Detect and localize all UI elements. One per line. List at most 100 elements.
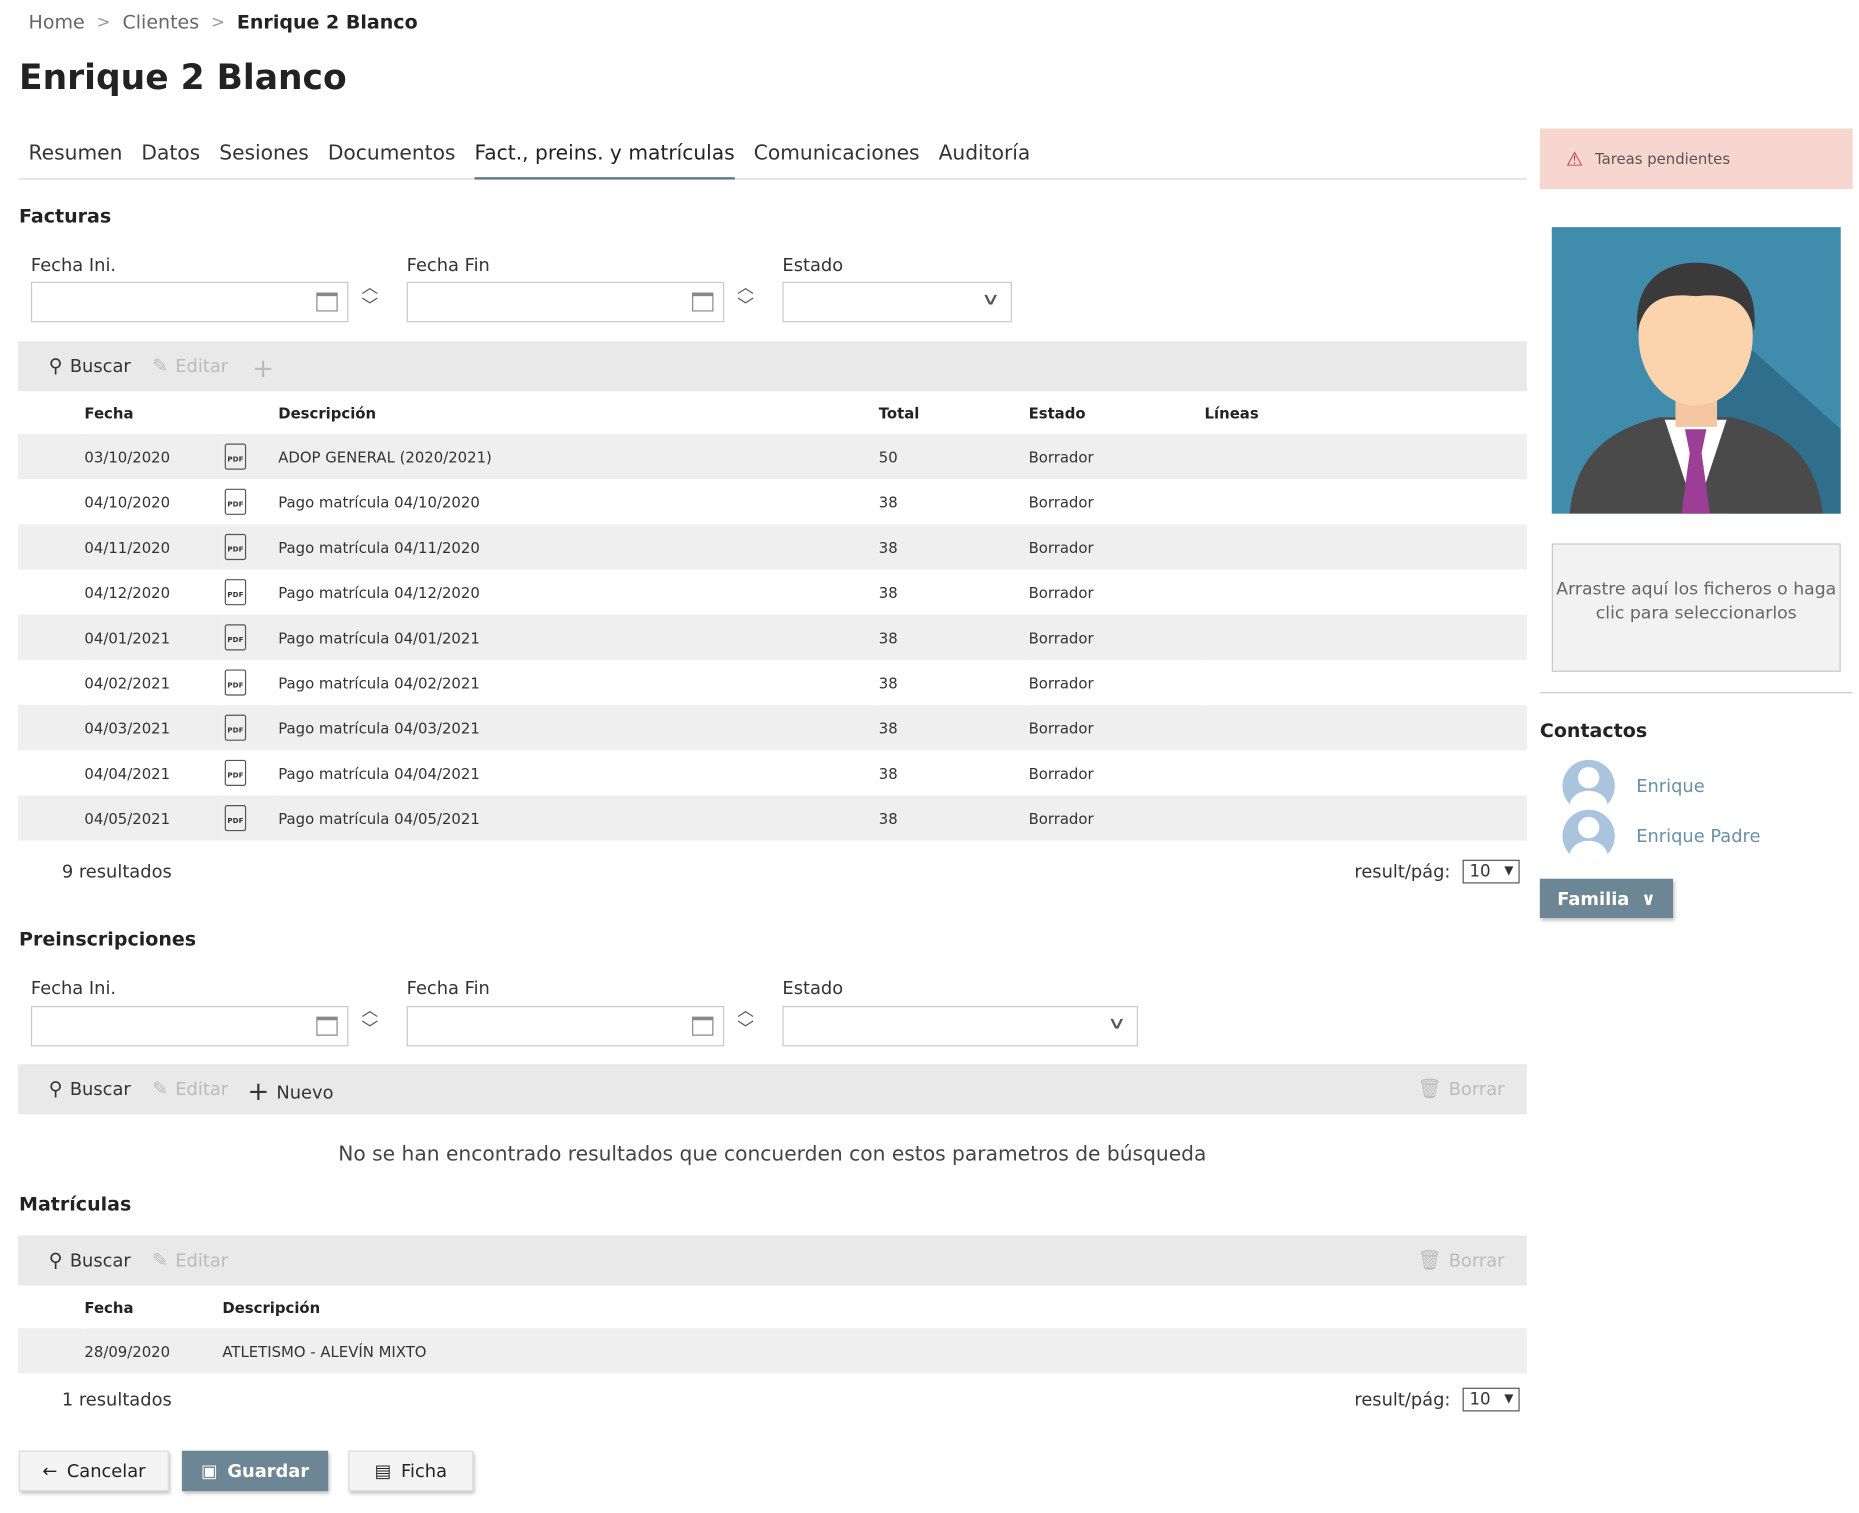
cancelar-button[interactable]: ← Cancelar (19, 1450, 169, 1492)
tab-datos[interactable]: Datos (141, 137, 200, 180)
rpp-label: result/pág: (1354, 860, 1451, 883)
table-row[interactable]: 28/09/2020 ATLETISMO - ALEVÍN MIXTO (17, 1328, 1527, 1374)
pre-buscar-button[interactable]: ⚲ Buscar (49, 1077, 131, 1100)
file-dropzone[interactable]: Arrastre aquí los ficheros o haga clic p… (1551, 543, 1841, 672)
col-descripcion[interactable]: Descripción (277, 391, 877, 434)
mat-borrar-button[interactable]: 🗑 Borrar (1417, 1249, 1504, 1272)
avatar[interactable] (1551, 227, 1841, 514)
chevron-down-icon[interactable]: ﹀ (734, 1020, 758, 1039)
cell-descripcion: Pago matrícula 04/11/2020 (277, 524, 878, 570)
pdf-icon[interactable]: PDF (224, 714, 247, 741)
mat-buscar-button[interactable]: ⚲ Buscar (49, 1249, 131, 1272)
estado-select[interactable]: ∨ (782, 281, 1012, 323)
col-estado[interactable]: Estado (1027, 391, 1203, 434)
pdf-icon[interactable]: PDF (224, 533, 247, 561)
contact-name[interactable]: Enrique Padre (1636, 825, 1760, 846)
table-row[interactable]: 04/01/2021 PDF Pago matrícula 04/01/2021 38… (17, 614, 1527, 660)
chevron-down-icon: ▼ (1504, 1392, 1514, 1406)
estado-label: Estado (782, 254, 844, 276)
pre-fecha-fin-input[interactable] (406, 1005, 725, 1047)
table-row[interactable]: 04/03/2021 PDF Pago matrícula 04/03/2021 38… (17, 705, 1527, 751)
chevron-up-icon[interactable]: ︿ (358, 1001, 382, 1020)
col-descripcion[interactable]: Descripción (221, 1285, 1527, 1328)
chevron-up-icon[interactable]: ︿ (734, 278, 758, 297)
pdf-icon[interactable]: PDF (224, 443, 247, 470)
cell-descripcion: ADOP GENERAL (2020/2021) (277, 434, 878, 480)
pdf-icon[interactable]: PDF (224, 624, 247, 651)
rpp-select[interactable]: 10 ▼ (1462, 859, 1520, 884)
tab-facturacion[interactable]: Fact., preins. y matrículas (474, 137, 735, 180)
breadcrumb-home[interactable]: Home (29, 11, 85, 34)
pdf-icon[interactable]: PDF (224, 579, 247, 606)
fecha-fin-spinner[interactable]: ︿ ﹀ (734, 278, 758, 321)
pre-fecha-fin-spinner[interactable]: ︿ ﹀ (734, 1001, 758, 1044)
cell-fecha: 28/09/2020 (83, 1328, 222, 1374)
tab-auditoria[interactable]: Auditoría (939, 137, 1031, 180)
pdf-icon[interactable]: PDF (224, 805, 247, 832)
pre-nuevo-button[interactable]: + Nuevo (247, 1077, 333, 1107)
col-total[interactable]: Total (878, 391, 1028, 434)
pdf-icon[interactable]: PDF (224, 669, 247, 696)
preinscripciones-toolbar: ⚲ Buscar ✎ Editar + Nuevo 🗑 Borrar (17, 1064, 1527, 1115)
fecha-ini-input[interactable] (30, 281, 349, 323)
cell-total: 50 (877, 434, 1028, 480)
pre-fecha-ini-spinner[interactable]: ︿ ﹀ (358, 1001, 382, 1044)
cell-fecha: 04/04/2021 (84, 763, 171, 782)
rpp-select[interactable]: 10 ▼ (1462, 1387, 1520, 1412)
chevron-up-icon[interactable]: ︿ (734, 1001, 758, 1020)
familia-button[interactable]: Familia ∨ (1539, 878, 1674, 918)
buscar-button[interactable]: ⚲ Buscar (49, 354, 131, 377)
chevron-down-icon[interactable]: ﹀ (358, 1020, 382, 1039)
col-fecha[interactable]: Fecha (83, 391, 223, 434)
breadcrumb-clientes[interactable]: Clientes (122, 11, 199, 34)
pre-editar-button[interactable]: ✎ Editar (152, 1077, 228, 1100)
ficha-button[interactable]: ▤ Ficha (348, 1450, 474, 1492)
facturas-count: 9 resultados (61, 860, 172, 883)
pre-fecha-ini-input[interactable] (30, 1005, 349, 1047)
tab-sesiones[interactable]: Sesiones (219, 137, 309, 180)
pre-borrar-button[interactable]: 🗑 Borrar (1417, 1077, 1504, 1100)
fecha-ini-label: Fecha Ini. (30, 254, 117, 276)
contact-item[interactable]: Enrique (1562, 759, 1705, 813)
chevron-down-icon[interactable]: ﹀ (734, 297, 758, 316)
col-fecha[interactable]: Fecha (83, 1285, 221, 1328)
rpp-value: 10 (1469, 1390, 1491, 1410)
table-row[interactable]: 03/10/2020 PDF ADOP GENERAL (2020/2021) 50 B… (17, 434, 1527, 480)
tareas-pendientes-alert[interactable]: ⚠ Tareas pendientes (1539, 128, 1853, 190)
table-row[interactable]: 04/02/2021 PDF Pago matrícula 04/02/2021 38… (18, 660, 1527, 705)
editar-button[interactable]: ✎ Editar (152, 354, 228, 377)
matriculas-table: Fecha Descripción 28/09/2020 ATLETISMO -… (17, 1285, 1527, 1374)
contact-name[interactable]: Enrique (1636, 775, 1704, 796)
chevron-up-icon[interactable]: ︿ (358, 278, 382, 297)
borrar-label: Borrar (1448, 1249, 1505, 1271)
table-row[interactable]: 04/05/2021 PDF Pago matrícula 04/05/2021 38… (17, 795, 1527, 841)
tab-documentos[interactable]: Documentos (328, 137, 456, 180)
tab-resumen[interactable]: Resumen (29, 137, 123, 180)
col-lineas[interactable]: Líneas (1203, 391, 1526, 434)
table-row[interactable]: 04/12/2020 PDF Pago matrícula 04/12/2020 38… (18, 570, 1527, 615)
calendar-icon[interactable] (692, 292, 714, 312)
calendar-icon[interactable] (316, 1016, 338, 1036)
calendar-icon[interactable] (692, 1016, 714, 1036)
fecha-fin-input[interactable] (406, 281, 725, 323)
pre-estado-label: Estado (782, 977, 844, 999)
guardar-label: Guardar (227, 1460, 310, 1482)
pdf-icon[interactable]: PDF (224, 488, 247, 515)
pdf-icon[interactable]: PDF (224, 759, 247, 786)
contact-item[interactable]: Enrique Padre (1562, 809, 1760, 863)
table-row[interactable]: 04/04/2021 PDF Pago matrícula 04/04/2021 38… (18, 750, 1527, 795)
table-row[interactable]: 04/11/2020 PDF Pago matrícula 04/11/2020 38… (17, 524, 1527, 570)
mat-editar-button[interactable]: ✎ Editar (152, 1249, 228, 1272)
fecha-ini-spinner[interactable]: ︿ ﹀ (358, 278, 382, 321)
contactos-title: Contactos (1539, 719, 1648, 742)
facturas-title: Facturas (19, 204, 112, 228)
table-row[interactable]: 04/10/2020 PDF Pago matrícula 04/10/2020 38… (18, 479, 1527, 524)
guardar-button[interactable]: ▣ Guardar (181, 1450, 329, 1492)
tab-comunicaciones[interactable]: Comunicaciones (754, 137, 920, 180)
calendar-icon[interactable] (316, 292, 338, 312)
matriculas-toolbar: ⚲ Buscar ✎ Editar 🗑 Borrar (17, 1235, 1527, 1286)
pre-estado-select[interactable]: ∨ (782, 1005, 1138, 1047)
chevron-down-icon[interactable]: ﹀ (358, 297, 382, 316)
add-button[interactable]: + (252, 354, 274, 384)
save-icon: ▣ (200, 1460, 218, 1482)
